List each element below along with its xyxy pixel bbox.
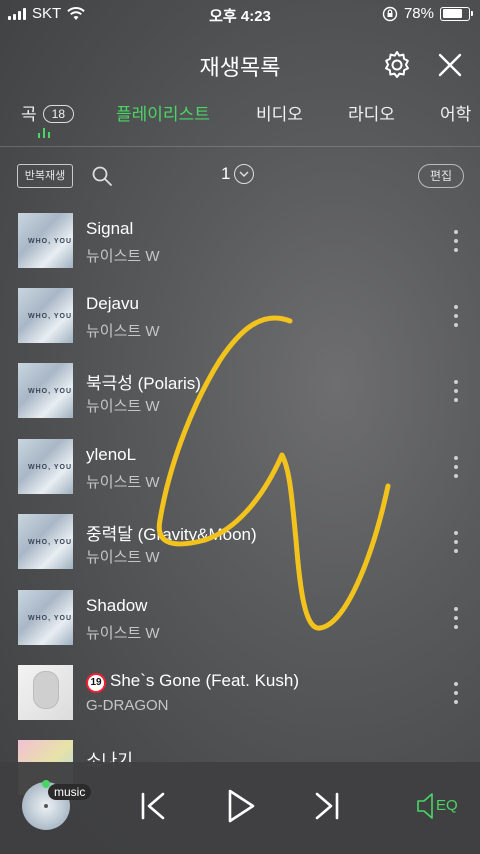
album-art: WHO, YOU [18,514,73,569]
track-artist: 뉴이스트 W [86,323,160,340]
eq-label: EQ [436,797,458,814]
mini-player: music EQ [0,762,480,854]
page-selector[interactable]: 1 [221,164,255,184]
gear-icon[interactable] [381,49,413,81]
track-artist: 뉴이스트 W [86,625,160,642]
page-number: 1 [221,164,231,183]
tab-video[interactable]: 비디오 [256,100,303,125]
list-item[interactable]: WHO, YOU Shadow 뉴이스트 W [0,582,480,657]
now-playing-indicator-icon [38,128,50,138]
list-item[interactable]: 19 She`s Gone (Feat. Kush) G-DRAGON [0,657,480,732]
tab-bar: 곡 18 플레이리스트 비디오 라디오 어학 [0,96,480,140]
list-item[interactable]: WHO, YOU 북극성 (Polaris) 뉴이스트 W [0,355,480,430]
album-art: WHO, YOU [18,590,73,645]
tab-count-badge: 18 [42,105,74,123]
track-title-row: 19 She`s Gone (Feat. Kush) [86,671,299,693]
equalizer-button[interactable]: EQ [414,790,460,822]
more-options-icon[interactable] [452,682,460,704]
toolbar: 반복재생 1 편집 [0,158,480,194]
track-artist: 뉴이스트 W [86,549,160,566]
list-item[interactable]: WHO, YOU Dejavu 뉴이스트 W [0,280,480,355]
track-title: Dejavu [86,294,139,313]
next-icon[interactable] [307,786,347,826]
more-options-icon[interactable] [452,380,460,402]
list-item[interactable]: WHO, YOU Signal 뉴이스트 W [0,205,480,280]
track-title: 북극성 (Polaris) [86,374,201,393]
edit-button[interactable]: 편집 [418,164,464,188]
track-title: Shadow [86,596,148,615]
header: 재생목록 [0,40,480,88]
track-artist: 뉴이스트 W [86,248,160,265]
track-title: She`s Gone (Feat. Kush) [110,671,299,690]
album-art: WHO, YOU [18,288,73,343]
more-options-icon[interactable] [452,230,460,252]
album-art: WHO, YOU [18,363,73,418]
album-art: WHO, YOU [18,439,73,494]
battery-percent: 78% [403,5,434,22]
music-badge: music [48,784,92,800]
track-title: Signal [86,219,134,238]
more-options-icon[interactable] [452,531,460,553]
status-bar: SKT 오후 4:23 78% [0,0,480,28]
track-title: ylenoL [86,445,137,464]
tab-label: 곡 [21,105,37,124]
battery-icon [440,6,473,21]
album-art: WHO, YOU [18,213,73,268]
rotation-lock-icon [382,6,398,21]
search-icon[interactable] [90,164,114,188]
list-item[interactable]: WHO, YOU 중력달 (Gravity&Moon) 뉴이스트 W [0,506,480,581]
track-artist: G-DRAGON [86,697,169,714]
more-options-icon[interactable] [452,607,460,629]
play-icon[interactable] [220,786,260,826]
previous-icon[interactable] [133,786,173,826]
close-icon[interactable] [434,49,466,81]
more-options-icon[interactable] [452,456,460,478]
track-artist: 뉴이스트 W [86,398,160,415]
chevron-down-icon [234,164,255,184]
list-item[interactable]: WHO, YOU ylenoL 뉴이스트 W [0,431,480,506]
track-title: 중력달 (Gravity&Moon) [86,525,257,544]
age-restriction-badge: 19 [86,673,106,693]
tab-songs[interactable]: 곡 18 [21,100,74,125]
tab-playlist[interactable]: 플레이리스트 [116,100,210,125]
track-artist: 뉴이스트 W [86,474,160,491]
tab-radio[interactable]: 라디오 [348,100,395,125]
divider [0,146,480,147]
status-right: 78% [382,5,473,22]
repeat-button[interactable]: 반복재생 [17,164,73,188]
more-options-icon[interactable] [452,305,460,327]
tab-language[interactable]: 어학 [440,100,471,125]
album-art [18,665,73,720]
